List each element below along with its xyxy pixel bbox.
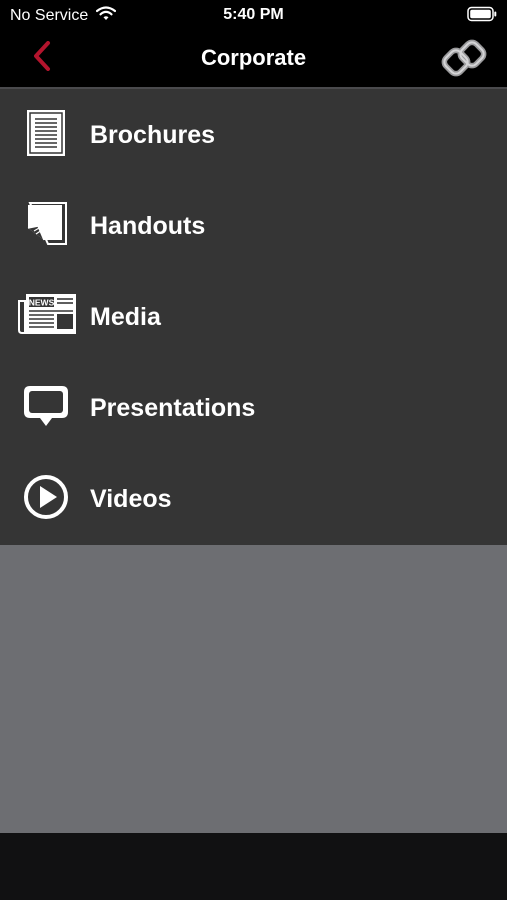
menu-item-handouts[interactable]: Handouts	[0, 180, 507, 271]
page-title: Corporate	[200, 45, 307, 70]
menu-item-label: Presentations	[90, 394, 256, 422]
empty-content-area	[0, 545, 507, 833]
speech-bubble-icon	[14, 378, 78, 434]
menu-item-label: Handouts	[90, 212, 206, 240]
menu-item-label: Media	[90, 303, 161, 331]
status-bar: No Service 5:40 PM	[0, 0, 507, 30]
newspaper-icon: NEWS	[14, 287, 78, 343]
menu-item-label: Videos	[90, 485, 172, 513]
nav-bar: Corporate	[0, 30, 507, 87]
play-circle-icon	[14, 469, 78, 525]
menu-item-brochures[interactable]: Brochures	[0, 89, 507, 180]
status-time: 5:40 PM	[223, 6, 284, 23]
battery-icon	[467, 6, 497, 27]
page-curl-icon	[14, 196, 78, 252]
document-icon	[14, 105, 78, 161]
menu-list: Brochures Handouts NEWS Media Presentati…	[0, 89, 507, 545]
menu-item-presentations[interactable]: Presentations	[0, 362, 507, 453]
newspaper-text: NEWS	[29, 298, 55, 308]
menu-item-media[interactable]: NEWS Media	[0, 271, 507, 362]
linked-rings-logo[interactable]	[439, 34, 489, 82]
menu-item-videos[interactable]: Videos	[0, 453, 507, 544]
menu-item-label: Brochures	[90, 121, 216, 149]
bottom-bar	[0, 833, 507, 900]
